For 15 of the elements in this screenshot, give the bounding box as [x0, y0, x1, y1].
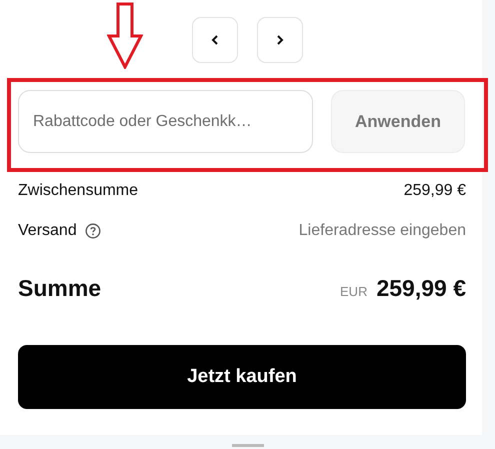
help-icon[interactable] — [84, 223, 101, 239]
total-amount: 259,99 € — [376, 275, 466, 302]
currency-code: EUR — [340, 284, 368, 299]
previous-button[interactable] — [192, 17, 238, 63]
summary-value: Lieferadresse eingeben — [298, 222, 466, 240]
apply-button[interactable]: Anwenden — [331, 90, 465, 153]
next-button[interactable] — [256, 17, 302, 63]
discount-code-field[interactable]: Rabattcode oder Geschenkk… — [18, 90, 313, 153]
buy-now-button[interactable]: Jetzt kaufen — [18, 345, 466, 409]
summary-label: Zwischensumme — [18, 182, 138, 200]
total-label: Summe — [18, 275, 102, 302]
summary-label: Versand — [18, 222, 77, 240]
annotation-arrow — [107, 2, 143, 69]
summary-value: 259,99 € — [404, 182, 466, 200]
drag-handle[interactable] — [232, 444, 264, 447]
